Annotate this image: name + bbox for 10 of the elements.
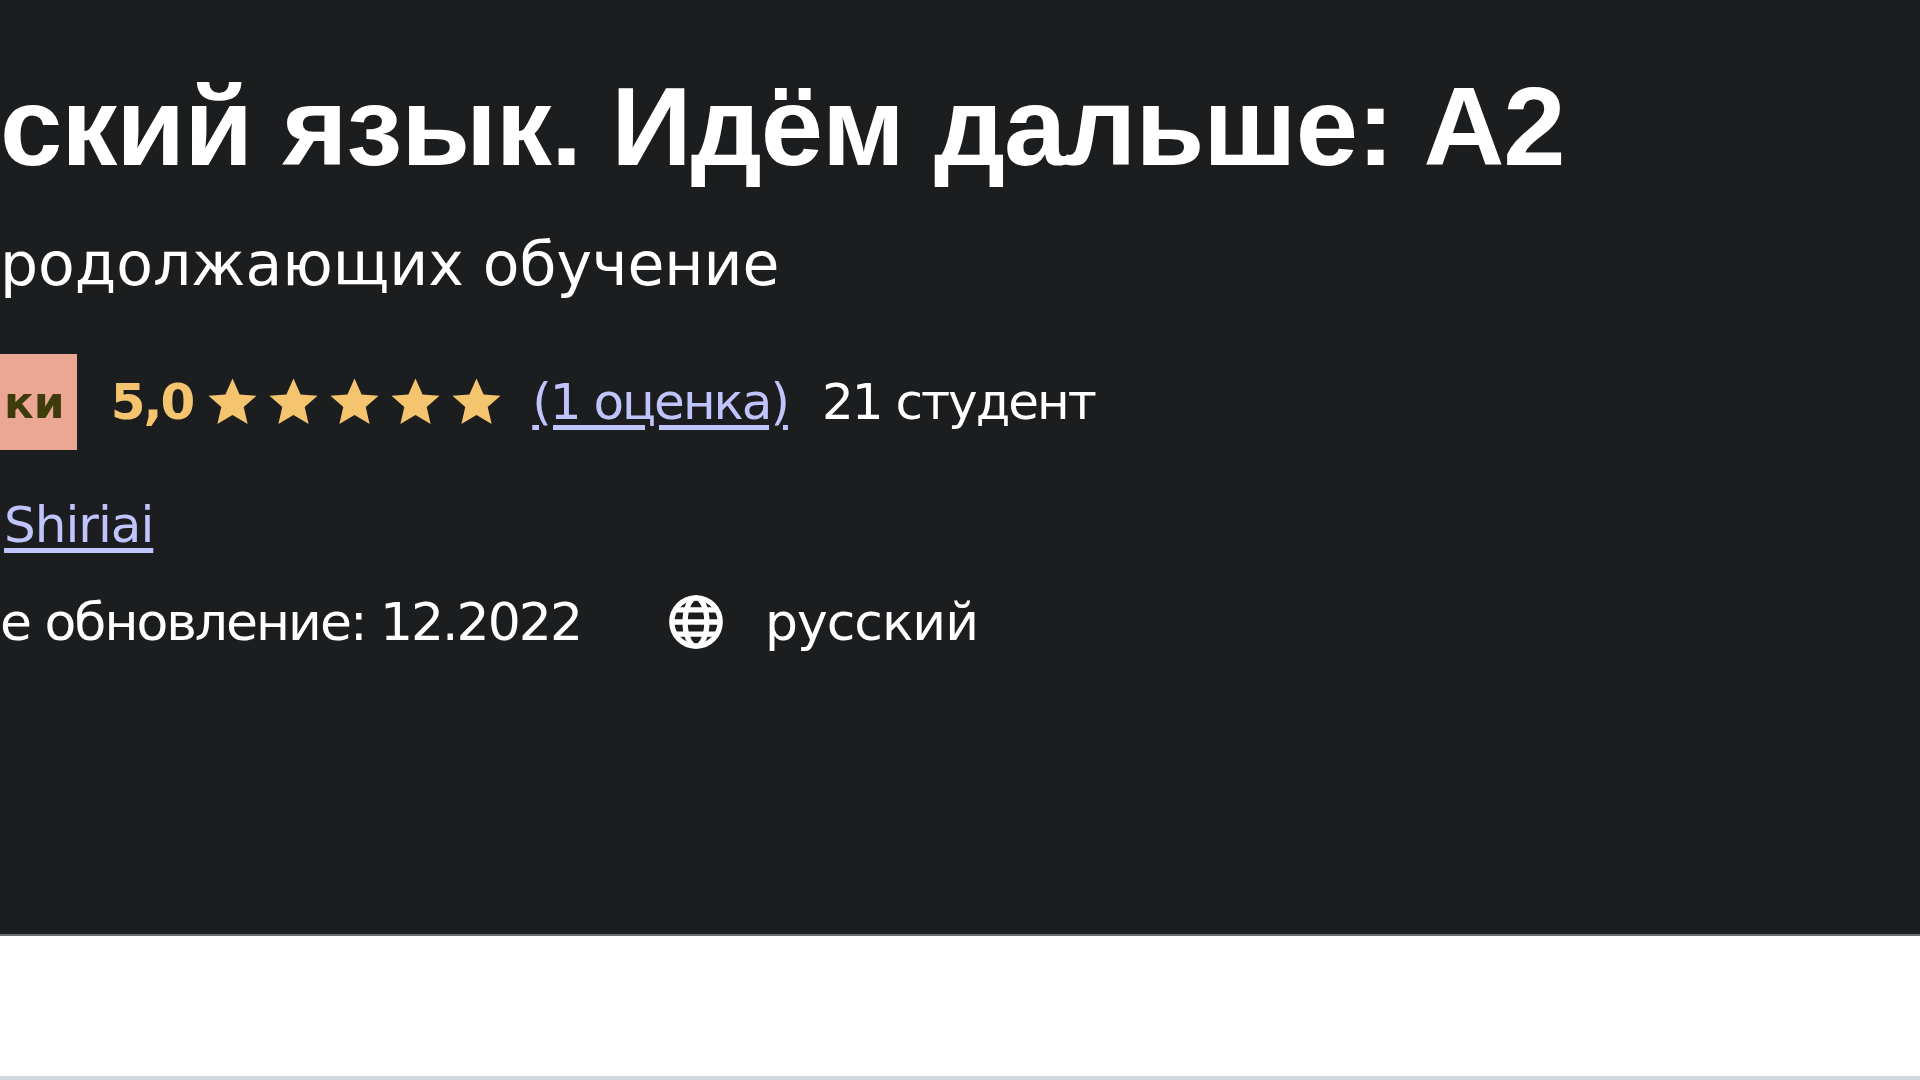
ratings-link[interactable]: (1 оценка): [532, 373, 788, 431]
globe-icon: [666, 593, 725, 651]
course-language: русский: [764, 592, 978, 652]
author-link[interactable]: Shiriai: [4, 496, 154, 554]
course-title: ский язык. Идём дальше: А2: [0, 63, 1565, 191]
rating-score: 5,0: [110, 373, 194, 431]
student-count: 21 студент: [821, 373, 1095, 431]
course-subtitle: родолжающих обучение: [0, 228, 780, 301]
last-updated: е обновление: 12.2022: [0, 592, 581, 652]
course-badge: ки: [0, 354, 77, 450]
